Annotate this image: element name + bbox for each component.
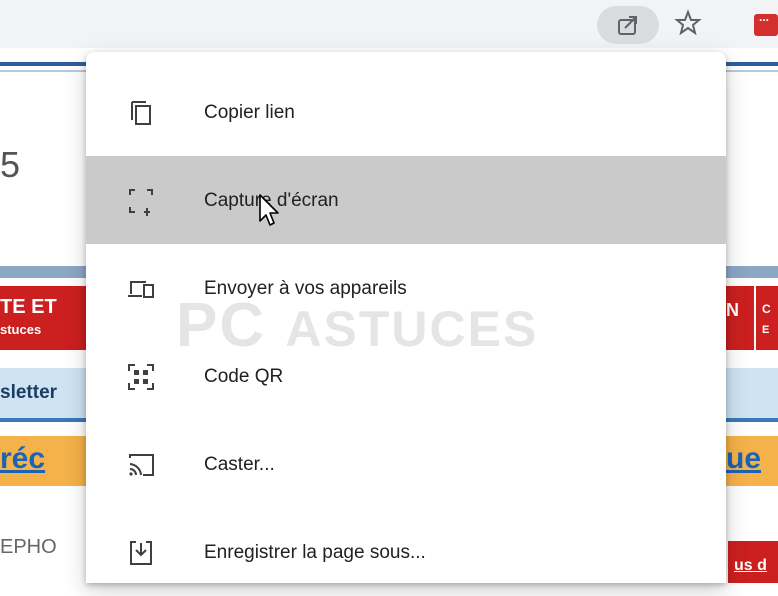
extension-icon[interactable] — [754, 10, 778, 36]
menu-item-label: Envoyer à vos appareils — [204, 278, 407, 299]
mouse-cursor-icon — [259, 194, 279, 226]
menu-item-copy-link[interactable]: Copier lien — [86, 68, 726, 156]
menu-item-qr-code[interactable]: Code QR — [86, 332, 726, 420]
menu-item-label: Code QR — [204, 366, 284, 387]
red-box-line2: E — [762, 324, 770, 336]
red-tab-subtitle: stuces — [0, 322, 42, 337]
red-box-line1: C — [762, 302, 771, 316]
menu-item-screenshot[interactable]: Capture d'écran — [86, 156, 726, 244]
red-nav-tab-left[interactable]: TE ET stuces — [0, 286, 88, 350]
share-button[interactable] — [597, 6, 659, 44]
red-bottom-button[interactable]: us d — [728, 541, 778, 583]
menu-item-label: Enregistrer la page sous... — [204, 542, 426, 563]
newsletter-text: sletter — [0, 382, 58, 403]
red-tab-title: TE ET — [0, 296, 57, 318]
save-page-icon — [130, 541, 152, 565]
red-tab-right-text: N — [726, 300, 739, 320]
red-nav-tab-far-right[interactable]: C E — [754, 286, 778, 350]
section-text: EPHO — [0, 536, 57, 558]
qr-code-icon — [128, 364, 154, 390]
share-menu: Copier lien Capture d'écran Envoyer à vo… — [86, 52, 726, 583]
menu-item-send-to-devices[interactable]: Envoyer à vos appareils — [86, 244, 726, 332]
browser-toolbar — [0, 0, 778, 48]
menu-item-label: Caster... — [204, 454, 275, 475]
screenshot-icon — [129, 189, 153, 216]
red-bottom-text: us d — [734, 557, 767, 574]
cast-icon — [129, 454, 154, 476]
menu-item-label: Copier lien — [204, 102, 295, 123]
menu-item-cast[interactable]: Caster... — [86, 420, 726, 508]
headline-link-right[interactable]: ue — [726, 442, 761, 476]
star-icon — [674, 9, 702, 36]
share-icon — [618, 16, 637, 35]
copy-icon — [131, 101, 151, 125]
page-number-fragment: 5 — [0, 144, 21, 185]
devices-icon — [128, 281, 154, 298]
bookmark-star-button[interactable] — [674, 8, 702, 38]
headline-link-left[interactable]: réc — [0, 442, 45, 476]
